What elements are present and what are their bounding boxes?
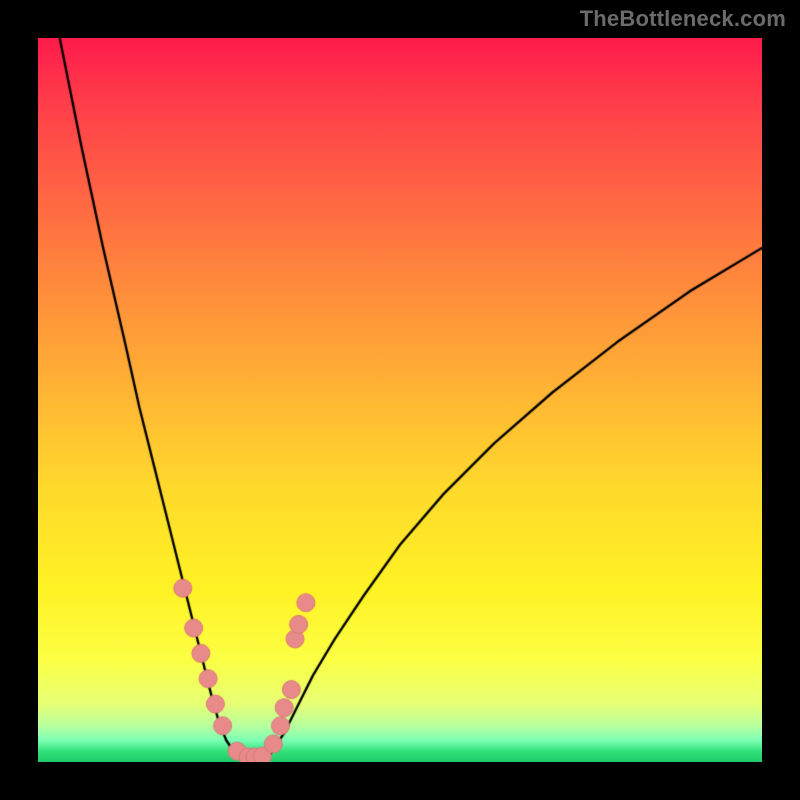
- chart-frame: TheBottleneck.com: [0, 0, 800, 800]
- watermark-text: TheBottleneck.com: [580, 6, 786, 32]
- data-point-markers: [38, 38, 762, 762]
- plot-area: [38, 38, 762, 762]
